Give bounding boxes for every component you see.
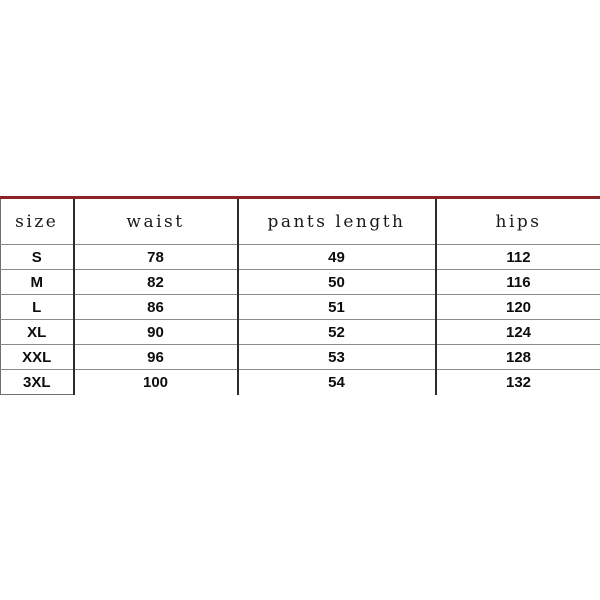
table-row: 3XL 100 54 132 — [0, 369, 600, 395]
cell-size: XXL — [0, 344, 75, 370]
cell-size: M — [0, 269, 75, 295]
cell-hips: 132 — [435, 369, 600, 395]
cell-size: S — [0, 244, 75, 270]
table-row: L 86 51 120 — [0, 294, 600, 320]
cell-waist: 78 — [73, 244, 239, 270]
column-header-hips: hips — [435, 196, 600, 245]
cell-waist: 86 — [73, 294, 239, 320]
cell-hips: 124 — [435, 319, 600, 345]
cell-pants-length: 53 — [237, 344, 437, 370]
cell-waist: 90 — [73, 319, 239, 345]
cell-pants-length: 51 — [237, 294, 437, 320]
cell-hips: 112 — [435, 244, 600, 270]
size-chart-table: size waist pants length hips S 78 49 112… — [0, 196, 600, 395]
cell-waist: 100 — [73, 369, 239, 395]
cell-waist: 96 — [73, 344, 239, 370]
column-header-size: size — [0, 196, 75, 245]
cell-pants-length: 54 — [237, 369, 437, 395]
column-header-waist: waist — [73, 196, 239, 245]
column-header-pants-length: pants length — [237, 196, 437, 245]
cell-size: XL — [0, 319, 75, 345]
cell-size: 3XL — [0, 369, 75, 395]
table-row: XL 90 52 124 — [0, 319, 600, 345]
cell-pants-length: 50 — [237, 269, 437, 295]
cell-waist: 82 — [73, 269, 239, 295]
cell-hips: 128 — [435, 344, 600, 370]
table-row: S 78 49 112 — [0, 244, 600, 270]
cell-hips: 120 — [435, 294, 600, 320]
cell-hips: 116 — [435, 269, 600, 295]
cell-size: L — [0, 294, 75, 320]
cell-pants-length: 49 — [237, 244, 437, 270]
cell-pants-length: 52 — [237, 319, 437, 345]
table-row: M 82 50 116 — [0, 269, 600, 295]
table-row: XXL 96 53 128 — [0, 344, 600, 370]
table-header-row: size waist pants length hips — [0, 196, 600, 245]
